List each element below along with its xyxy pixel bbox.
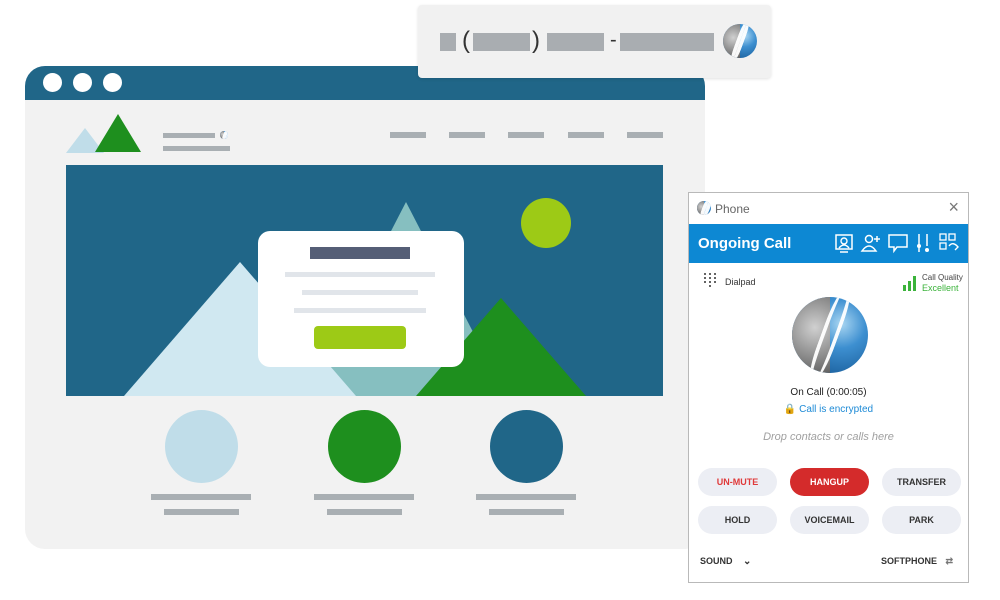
card-cta-button xyxy=(314,326,406,349)
feature-text-placeholder xyxy=(327,509,402,515)
nav-item-placeholder xyxy=(568,132,604,138)
sound-label: SOUND xyxy=(700,556,733,566)
voicemail-button[interactable]: VOICEMAIL xyxy=(790,506,869,534)
nav-item-placeholder xyxy=(390,132,426,138)
sun-circle xyxy=(521,198,571,248)
feature-circle-green xyxy=(328,410,401,483)
park-button[interactable]: PARK xyxy=(882,506,961,534)
feature-title-placeholder xyxy=(476,494,576,500)
click-to-call-popup[interactable]: ( ) - xyxy=(418,5,771,78)
dialpad-label[interactable]: Dialpad xyxy=(725,277,756,287)
softphone-label: SOFTPHONE xyxy=(881,556,938,566)
brand-logo-icon[interactable] xyxy=(723,24,757,58)
redacted-line-number xyxy=(620,33,714,51)
encryption-label: Call is encrypted xyxy=(799,404,874,415)
site-name-placeholder xyxy=(163,133,215,138)
website-mockup xyxy=(25,66,705,549)
redacted-area-code xyxy=(473,33,530,51)
redacted-country-code xyxy=(440,33,456,51)
nav-item-placeholder xyxy=(449,132,485,138)
call-status-title: Ongoing Call xyxy=(698,235,792,252)
brand-logo-icon-small xyxy=(220,131,228,139)
feature-text-placeholder xyxy=(489,509,564,515)
add-user-icon[interactable] xyxy=(860,232,882,254)
tagline-placeholder xyxy=(163,146,230,151)
redacted-prefix xyxy=(547,33,604,51)
nav-item-placeholder xyxy=(508,132,544,138)
hangup-button[interactable]: HANGUP xyxy=(790,468,869,496)
logo-mountain-green xyxy=(95,114,141,152)
chat-icon[interactable] xyxy=(887,232,909,254)
hold-button[interactable]: HOLD xyxy=(698,506,777,534)
dash: - xyxy=(610,29,617,51)
swap-arrows-icon: ⇄ xyxy=(945,556,954,566)
sound-dropdown[interactable]: SOUND ⌄ xyxy=(700,556,751,567)
feature-text-placeholder xyxy=(164,509,239,515)
chevron-down-icon: ⌄ xyxy=(743,556,752,567)
transfer-button[interactable]: TRANSFER xyxy=(882,468,961,496)
call-quality-value: Excellent xyxy=(922,283,959,293)
encryption-status: 🔒 Call is encrypted xyxy=(689,404,968,415)
window-dot-2 xyxy=(73,73,92,92)
call-quality-label: Call Quality xyxy=(922,273,963,282)
feature-title-placeholder xyxy=(314,494,414,500)
feature-circle-blue xyxy=(490,410,563,483)
close-paren: ) xyxy=(532,27,540,54)
nav-item-placeholder xyxy=(627,132,663,138)
card-text-placeholder xyxy=(294,308,426,313)
hero-banner xyxy=(66,165,663,396)
phone-window: Phone × Ongoing Call Dialpad Call Qualit… xyxy=(688,192,969,583)
window-title: Phone xyxy=(715,202,750,216)
unmute-button[interactable]: UN-MUTE xyxy=(698,468,777,496)
feature-title-placeholder xyxy=(151,494,251,500)
apps-icon[interactable] xyxy=(938,232,960,254)
lock-icon: 🔒 xyxy=(783,404,797,415)
sliders-icon[interactable] xyxy=(912,232,934,254)
contact-card-icon[interactable] xyxy=(833,232,855,254)
dialpad-icon[interactable] xyxy=(704,273,718,291)
feature-circle-light xyxy=(165,410,238,483)
signup-card xyxy=(258,231,464,367)
close-icon[interactable]: × xyxy=(948,197,959,218)
softphone-toggle[interactable]: SOFTPHONE ⇄ xyxy=(881,556,953,567)
call-timer: On Call (0:00:05) xyxy=(790,387,867,398)
caller-avatar-logo xyxy=(792,297,868,373)
open-paren: ( xyxy=(462,27,470,54)
phone-app-icon xyxy=(697,201,711,215)
drop-zone-hint[interactable]: Drop contacts or calls here xyxy=(689,431,968,443)
card-text-placeholder xyxy=(302,290,418,295)
signal-bars-icon xyxy=(903,275,917,291)
window-dot-3 xyxy=(103,73,122,92)
window-dot-1 xyxy=(43,73,62,92)
card-text-placeholder xyxy=(285,272,435,277)
card-title-placeholder xyxy=(310,247,410,259)
call-header: Ongoing Call xyxy=(689,224,968,263)
